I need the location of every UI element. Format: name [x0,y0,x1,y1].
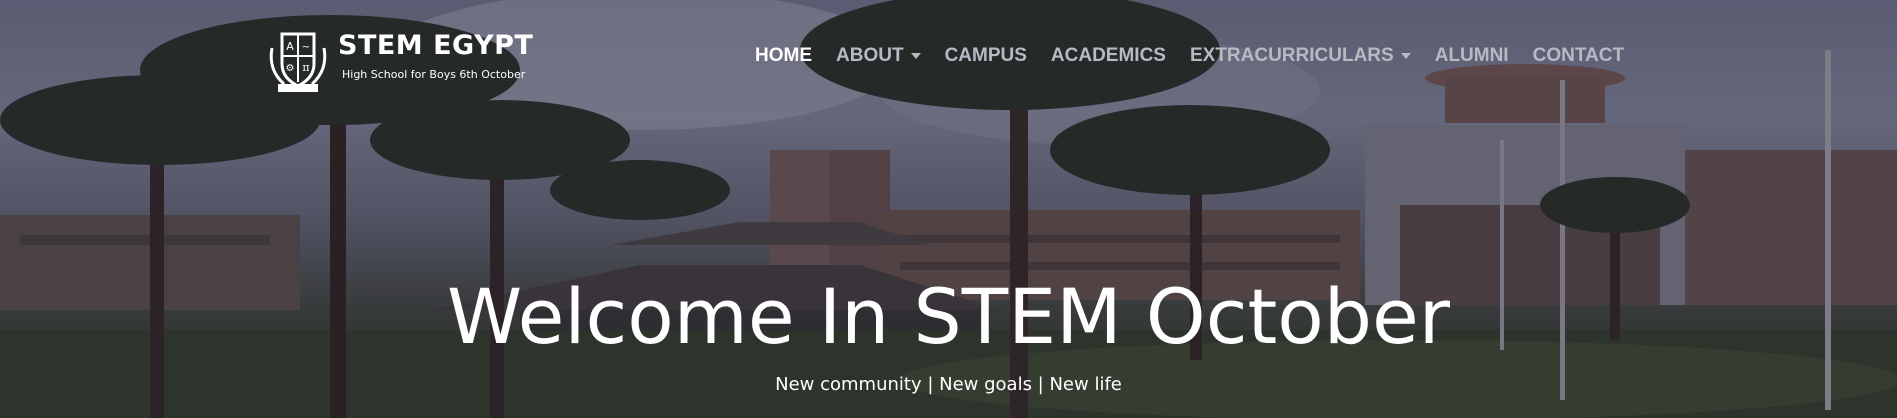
nav-item-about[interactable]: ABOUT [836,45,921,67]
nav-item-alumni[interactable]: ALUMNI [1435,45,1509,67]
nav-item-home[interactable]: HOME [755,45,812,67]
nav-item-label: ABOUT [836,45,904,66]
svg-text:⚙: ⚙ [286,63,295,74]
svg-text:A: A [286,40,294,53]
nav-item-academics[interactable]: ACADEMICS [1051,45,1166,67]
caret-down-icon [910,53,921,59]
nav-item-label: EXTRACURRICULARS [1189,45,1394,66]
nav-item-label: HOME [755,45,812,66]
nav-item-extracurriculars[interactable]: EXTRACURRICULARS [1190,45,1411,67]
hero-subtitle: New community | New goals | New life [775,374,1122,395]
svg-text:π: π [302,61,309,74]
brand-title: STEM EGYPT [338,30,534,61]
svg-text:~: ~ [302,42,310,53]
nav-item-label: CONTACT [1532,45,1625,66]
brand-subtitle: High School for Boys 6th October [342,68,526,81]
caret-down-icon [1400,53,1411,59]
brand[interactable]: A ~ ⚙ π STEM EGYPT High School for Boys … [266,26,533,94]
nav-item-campus[interactable]: CAMPUS [945,45,1027,67]
nav-item-label: ACADEMICS [1050,45,1166,66]
main-nav: HOME ABOUT CAMPUS ACADEMICS EXTRACURRICU… [755,45,1648,67]
school-crest-icon: A ~ ⚙ π [269,32,327,92]
nav-item-label: CAMPUS [944,45,1027,66]
hero-title: Welcome In STEM October [446,272,1451,361]
nav-item-label: ALUMNI [1434,45,1509,66]
nav-item-contact[interactable]: CONTACT [1533,45,1624,67]
